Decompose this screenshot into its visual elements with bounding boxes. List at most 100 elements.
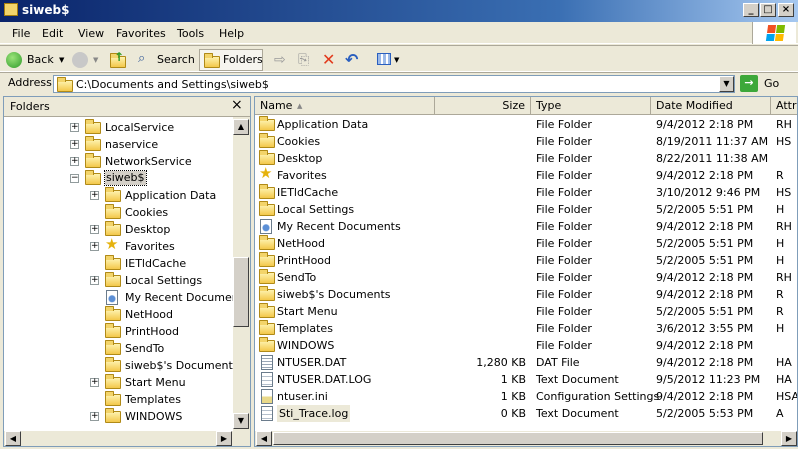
back-button[interactable]: Back ▼	[4, 49, 70, 71]
tree-item[interactable]: + LocalService	[4, 119, 233, 136]
tree-item[interactable]: siweb$'s Documents	[4, 357, 233, 374]
scroll-left-icon[interactable]: ◀	[5, 431, 21, 446]
forward-button[interactable]: ▼	[72, 49, 102, 71]
tree-item[interactable]: − siweb$	[4, 170, 233, 187]
expand-icon[interactable]: +	[90, 276, 99, 285]
scroll-down-icon[interactable]: ▼	[233, 413, 249, 429]
expand-icon[interactable]: +	[90, 191, 99, 200]
tree-item[interactable]: + Local Settings	[4, 272, 233, 289]
tree-item[interactable]: NetHood	[4, 306, 233, 323]
sort-ascending-icon: ▲	[297, 102, 303, 110]
file-row[interactable]: ntuser.ini 1 KB Configuration Settings 9/4/…	[255, 388, 797, 405]
tree-item[interactable]: + WINDOWS	[4, 408, 233, 425]
file-row[interactable]: ★ Favorites File Folder 9/4/2012 2:18 PM R	[255, 165, 785, 184]
tree-vertical-scrollbar[interactable]: ▲ ▼	[233, 117, 250, 431]
menu-view[interactable]: View	[78, 27, 104, 40]
tree-item[interactable]: My Recent Documents	[4, 289, 233, 306]
close-pane-icon[interactable]: ×	[231, 97, 243, 113]
tree-item[interactable]: Templates	[4, 391, 233, 408]
menu-favorites[interactable]: Favorites	[116, 27, 166, 40]
scroll-right-icon[interactable]: ▶	[216, 431, 232, 446]
file-row[interactable]: NTUSER.DAT 1,280 KB DAT File 9/4/2012 2:18 …	[255, 354, 792, 371]
column-type[interactable]: Type	[531, 97, 651, 115]
address-dropdown-button[interactable]: ▼	[719, 76, 734, 92]
tree-item[interactable]: PrintHood	[4, 323, 233, 340]
expand-icon[interactable]: +	[70, 123, 79, 132]
file-row[interactable]: Templates File Folder 3/6/2012 3:55 PM H	[255, 320, 785, 337]
minimize-button[interactable]: _	[743, 3, 759, 17]
chevron-down-icon[interactable]: ▼	[59, 49, 64, 71]
scroll-thumb[interactable]	[233, 257, 249, 327]
address-input[interactable]: C:\Documents and Settings\siweb$ ▼	[53, 75, 735, 93]
column-date-modified[interactable]: Date Modified	[651, 97, 771, 115]
tree-item[interactable]: Cookies	[4, 204, 233, 221]
file-row[interactable]: Sti_Trace.log 0 KB Text Document 5/2/2005 5…	[255, 405, 785, 422]
maximize-button[interactable]: □	[760, 3, 776, 17]
file-row[interactable]: IETldCache File Folder 3/10/2012 9:46 PM HS	[255, 184, 791, 201]
go-button[interactable]: → Go	[740, 75, 790, 93]
delete-button[interactable]: ✕	[322, 49, 342, 71]
expand-icon[interactable]: +	[90, 242, 99, 251]
tree-item-label: siweb$	[104, 170, 147, 186]
expand-icon[interactable]: +	[70, 157, 79, 166]
folders-pane: Folders × + LocalService + naservice + Networ…	[3, 96, 251, 447]
file-row[interactable]: My Recent Documents File Folder 9/4/2012 2…	[255, 218, 792, 235]
menu-edit[interactable]: Edit	[42, 27, 63, 40]
file-row[interactable]: Application Data File Folder 9/4/2012 2:18…	[255, 116, 792, 133]
menu-file[interactable]: File	[12, 27, 30, 40]
tree-item[interactable]: + Start Menu	[4, 374, 233, 391]
scroll-up-icon[interactable]: ▲	[233, 119, 249, 135]
move-to-button[interactable]: ⇨	[274, 49, 294, 71]
tree-item[interactable]: + Application Data	[4, 187, 233, 204]
file-row[interactable]: WINDOWS File Folder 9/4/2012 2:18 PM	[255, 337, 785, 354]
tree-horizontal-scrollbar[interactable]: ◀ ▶	[4, 431, 250, 446]
title-bar[interactable]: siweb$ _ □ ×	[0, 0, 798, 22]
column-size-label: Size	[502, 99, 525, 112]
chevron-down-icon[interactable]: ▼	[394, 49, 399, 71]
up-button[interactable]: ↑	[107, 49, 129, 71]
expand-icon[interactable]: +	[90, 225, 99, 234]
tree-item[interactable]: SendTo	[4, 340, 233, 357]
file-row[interactable]: Start Menu File Folder 5/2/2005 5:51 PM R	[255, 303, 785, 320]
tree-item[interactable]: IETldCache	[4, 255, 233, 272]
tree-item[interactable]: + naservice	[4, 136, 233, 153]
copy-to-button[interactable]: ⎘	[298, 49, 318, 71]
tree-item[interactable]: + NetworkService	[4, 153, 233, 170]
scroll-right-icon[interactable]: ▶	[781, 431, 797, 446]
close-button[interactable]: ×	[778, 3, 794, 17]
folders-button[interactable]: Folders	[199, 49, 263, 71]
file-date: 9/5/2012 11:23 PM	[656, 373, 761, 386]
column-name[interactable]: Name ▲	[255, 97, 435, 115]
undo-button[interactable]: ↶	[345, 49, 365, 71]
file-row[interactable]: NetHood File Folder 5/2/2005 5:51 PM H	[255, 235, 785, 252]
tree-item[interactable]: + ★ Favorites	[4, 235, 233, 255]
windows-flag-icon	[765, 25, 786, 41]
column-attributes[interactable]: Attri	[771, 97, 797, 115]
file-row[interactable]: SendTo File Folder 9/4/2012 2:18 PM RH	[255, 269, 792, 286]
search-button[interactable]: ⌕ Search	[135, 49, 195, 71]
expand-icon[interactable]: +	[70, 140, 79, 149]
file-row[interactable]: siweb$'s Documents File Folder 9/4/2012 2:…	[255, 286, 785, 303]
file-row[interactable]: Local Settings File Folder 5/2/2005 5:51 P…	[255, 201, 785, 218]
menu-tools[interactable]: Tools	[177, 27, 204, 40]
chevron-down-icon[interactable]: ▼	[93, 49, 98, 71]
file-name: NetHood	[277, 237, 326, 250]
expand-icon[interactable]: +	[90, 378, 99, 387]
file-row[interactable]: Cookies File Folder 8/19/2011 11:37 AM HS	[255, 133, 791, 150]
file-row[interactable]: PrintHood File Folder 5/2/2005 5:51 PM H	[255, 252, 785, 269]
scroll-thumb[interactable]	[273, 432, 763, 445]
file-row[interactable]: NTUSER.DAT.LOG 1 KB Text Document 9/5/2012 …	[255, 371, 792, 388]
file-row[interactable]: Desktop File Folder 8/22/2011 11:38 AM	[255, 150, 785, 167]
expand-icon[interactable]: +	[90, 412, 99, 421]
collapse-icon[interactable]: −	[70, 174, 79, 183]
star-icon: ★	[105, 235, 119, 253]
column-size[interactable]: Size	[435, 97, 531, 115]
menu-help[interactable]: Help	[219, 27, 244, 40]
list-horizontal-scrollbar[interactable]: ◀ ▶	[255, 431, 797, 446]
scroll-left-icon[interactable]: ◀	[256, 431, 272, 446]
file-name: Cookies	[277, 135, 321, 148]
text-file-icon	[261, 372, 273, 387]
views-button[interactable]: ▼	[375, 49, 403, 71]
folder-tree: + LocalService + naservice + NetworkService − s…	[4, 117, 233, 431]
tree-item[interactable]: + Desktop	[4, 221, 233, 238]
